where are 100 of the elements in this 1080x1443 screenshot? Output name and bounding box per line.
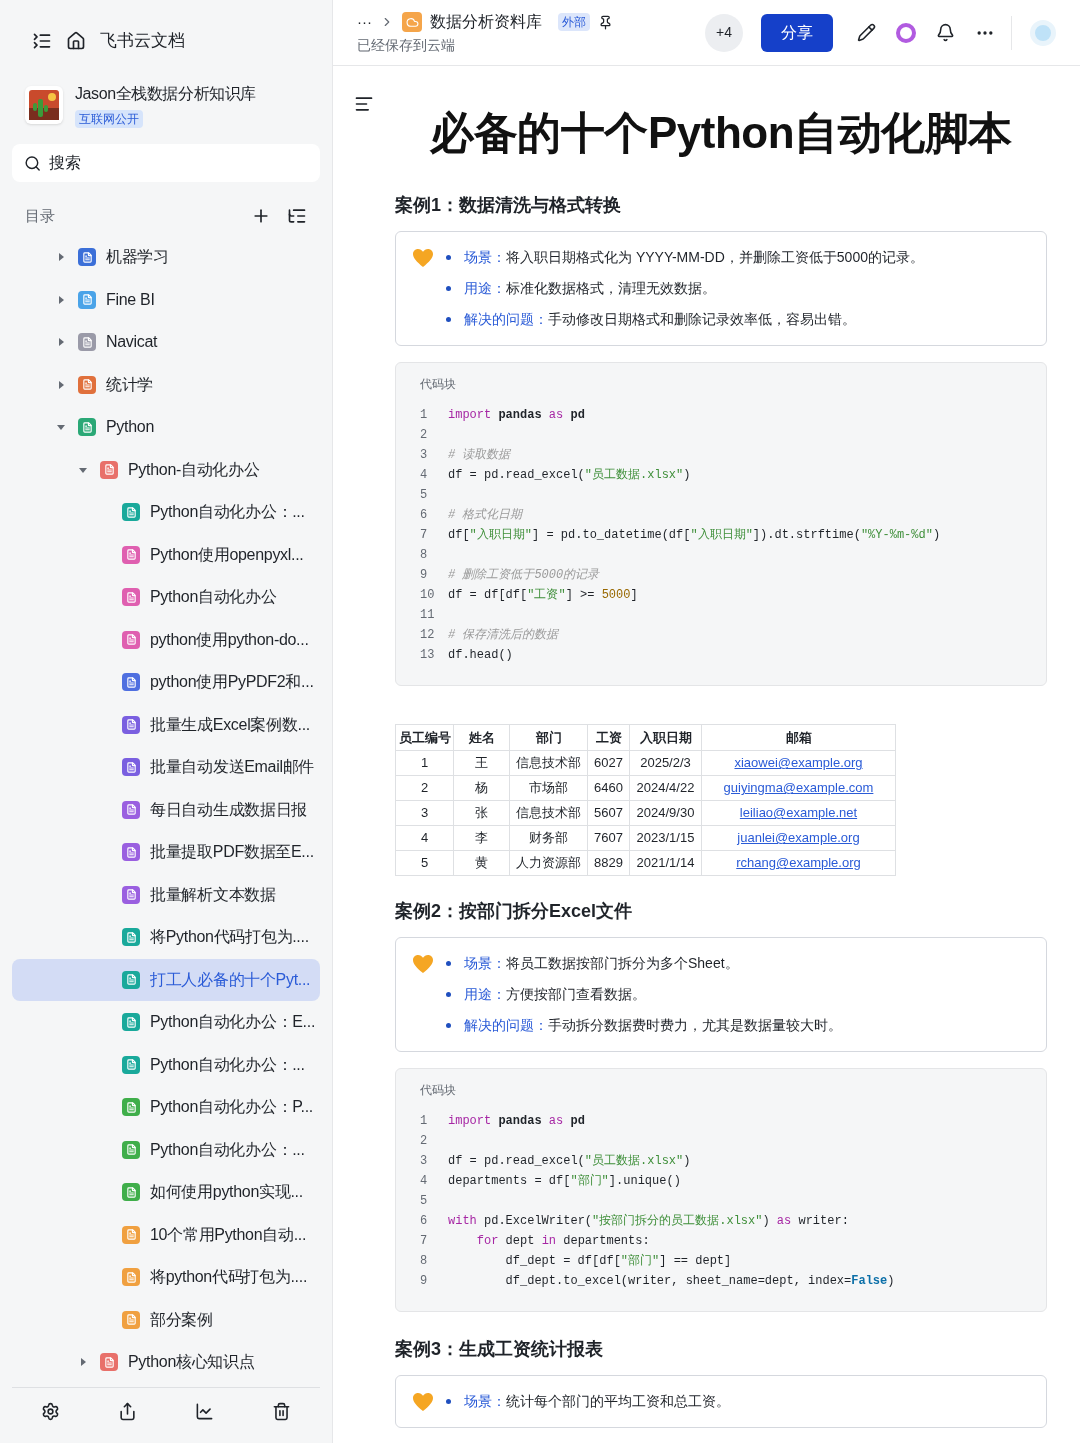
code-line: df = pd.read_excel("员工数据.xlsx")	[448, 467, 691, 484]
code-line: df.head()	[448, 647, 513, 664]
collaborator-count[interactable]: +4	[705, 13, 743, 52]
code-line: # 格式化日期	[448, 507, 523, 524]
app-title: 飞书云文档	[100, 30, 185, 53]
table-cell: 3	[395, 800, 454, 826]
bullet-icon	[446, 992, 451, 997]
line-number: 8	[420, 547, 429, 564]
tree-item[interactable]: Python-自动化办公	[12, 448, 320, 491]
outline-icon[interactable]	[354, 94, 374, 114]
tree-item[interactable]: Python核心知识点	[12, 1341, 320, 1384]
tree-item-label: Python自动化办公：...	[150, 1054, 305, 1075]
document-title: 必备的十个Python自动化脚本	[428, 107, 1013, 159]
tree-item[interactable]: Navicat	[12, 321, 320, 364]
edit-icon[interactable]	[857, 23, 876, 42]
line-number: 7	[420, 527, 429, 544]
tree-item-label: 如何使用python实现...	[150, 1182, 303, 1203]
tree-item-label: Fine BI	[106, 289, 155, 310]
tree-item[interactable]: 批量自动发送Email邮件	[12, 746, 320, 789]
email-link[interactable]: juanlei@example.org	[737, 830, 860, 846]
more-button[interactable]: ···	[357, 10, 372, 34]
tree-item[interactable]: 部分案例	[12, 1298, 320, 1341]
tree-item[interactable]: 批量生成Excel案例数...	[12, 703, 320, 746]
caret-icon[interactable]	[56, 337, 66, 348]
cloud-icon	[402, 12, 422, 32]
trash-icon[interactable]	[272, 1402, 291, 1421]
tree-item[interactable]: Python使用openpyxl...	[12, 533, 320, 576]
line-number: 8	[420, 1253, 429, 1270]
tree-item[interactable]: python使用PyPDF2和...	[12, 661, 320, 704]
email-link[interactable]: rchang@example.org	[736, 855, 861, 871]
bullet-icon	[446, 255, 451, 260]
chart-icon[interactable]	[195, 1402, 214, 1421]
home-icon[interactable]	[66, 31, 86, 51]
table-cell: 6027	[587, 750, 630, 776]
tree-item[interactable]: 打工人必备的十个Pyt...	[12, 958, 320, 1001]
caret-icon[interactable]	[78, 1357, 88, 1368]
tree-item-label: Python自动化办公	[150, 587, 277, 608]
code-line: # 删除工资低于5000的记录	[448, 567, 600, 584]
column-header: 姓名	[453, 724, 510, 751]
code-line: df_dept.to_excel(writer, sheet_name=dept, index=False)	[504, 1273, 895, 1290]
table-cell: 8829	[587, 850, 630, 876]
tree-item[interactable]: python使用python-do...	[12, 618, 320, 661]
line-number: 4	[420, 1173, 429, 1190]
library-link[interactable]: 数据分析资料库	[430, 10, 542, 34]
share-button[interactable]: 分享	[761, 13, 833, 52]
email-link[interactable]: leiliao@example.net	[739, 805, 858, 821]
search-input[interactable]: 搜索	[49, 151, 308, 175]
tree-item[interactable]: 将python代码打包为....	[12, 1256, 320, 1299]
search-field[interactable]: 搜索	[12, 144, 320, 182]
code-caption: 代码块	[420, 376, 457, 393]
tree-item[interactable]: 将Python代码打包为....	[12, 916, 320, 959]
collapse-sidebar-icon[interactable]	[32, 31, 52, 51]
tree-item[interactable]: Python自动化办公	[12, 576, 320, 619]
line-number: 7	[420, 1233, 429, 1250]
line-number: 10	[420, 587, 436, 604]
tree-item[interactable]: 批量解析文本数据	[12, 873, 320, 916]
line-number: 1	[420, 1113, 429, 1130]
tree-item[interactable]: 机器学习	[12, 236, 320, 279]
tree-item[interactable]: 统计学	[12, 363, 320, 406]
caret-icon[interactable]	[56, 294, 66, 305]
tree-item[interactable]: 如何使用python实现...	[12, 1171, 320, 1214]
external-tag: 外部	[558, 13, 590, 31]
tree-item[interactable]: Python	[12, 406, 320, 449]
bell-icon[interactable]	[936, 23, 955, 42]
tree-item[interactable]: Python自动化办公：...	[12, 491, 320, 534]
table-cell: 5	[395, 850, 454, 876]
email-link[interactable]: guiyingma@example.com	[723, 780, 874, 796]
tree-item[interactable]: Python自动化办公：...	[12, 1128, 320, 1171]
tree-item-label: Python自动化办公：P...	[150, 1097, 313, 1118]
line-number: 5	[420, 487, 429, 504]
line-number: 6	[420, 1213, 429, 1230]
callout-text: 用途：标准化数据格式，清理无效数据。	[464, 279, 716, 298]
tree-item[interactable]: Python自动化办公：E...	[12, 1001, 320, 1044]
tree-item-label: python使用PyPDF2和...	[150, 672, 314, 693]
ring-icon[interactable]	[896, 22, 916, 43]
code-line: # 读取数据	[448, 447, 511, 464]
pin-icon[interactable]	[598, 14, 613, 30]
caret-icon[interactable]	[56, 252, 66, 263]
search-icon	[24, 153, 42, 173]
line-number: 12	[420, 627, 436, 644]
settings-icon[interactable]	[41, 1402, 60, 1421]
tree-item[interactable]: 10个常用Python自动...	[12, 1213, 320, 1256]
tree-item[interactable]: Fine BI	[12, 278, 320, 321]
tree-item[interactable]: Python自动化办公：P...	[12, 1086, 320, 1129]
list-icon[interactable]	[287, 206, 307, 226]
tree-item[interactable]: Python自动化办公：...	[12, 1043, 320, 1086]
section-heading: 案例1：数据清洗与格式转换	[395, 194, 622, 217]
table-cell: 5607	[587, 800, 630, 826]
table-cell: 2024/4/22	[629, 775, 702, 801]
code-line: df = pd.read_excel("员工数据.xlsx")	[448, 1153, 691, 1170]
tree-item-label: Python-自动化办公	[128, 459, 260, 480]
heart-icon	[412, 954, 434, 974]
caret-icon[interactable]	[56, 379, 66, 390]
tree-item-label: Python使用openpyxl...	[150, 544, 304, 565]
bullet-icon	[446, 317, 451, 322]
share-icon[interactable]	[118, 1402, 137, 1421]
tree-item-label: Python	[106, 417, 154, 438]
tree-item[interactable]: 每日自动生成数据日报	[12, 788, 320, 831]
tree-item[interactable]: 批量提取PDF数据至E...	[12, 831, 320, 874]
email-link[interactable]: xiaowei@example.org	[734, 755, 863, 771]
